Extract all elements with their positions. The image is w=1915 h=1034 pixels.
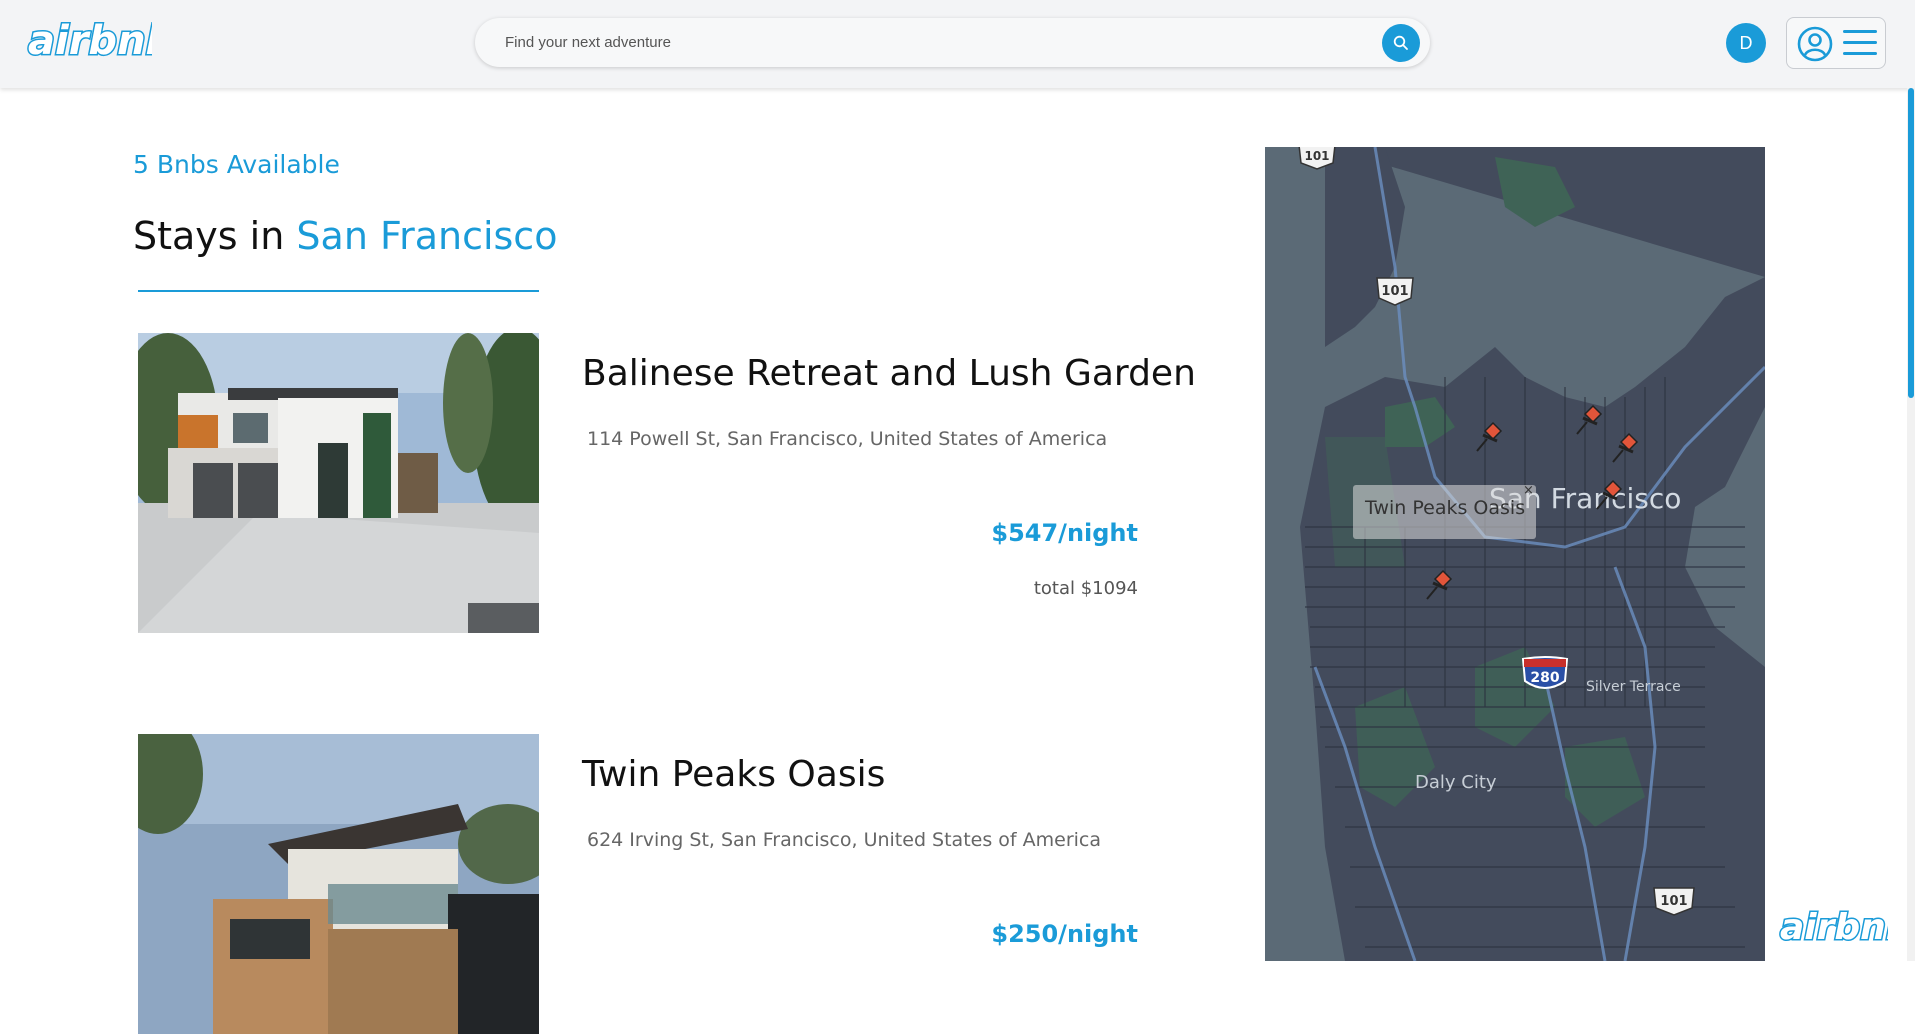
hamburger-menu-icon [1843,30,1877,55]
highway-shield-101-icon: 101 [1653,887,1695,916]
page-title-prefix: Stays in [133,214,297,258]
listing-title[interactable]: Twin Peaks Oasis [582,754,885,795]
title-divider [138,290,539,292]
interstate-shield-280-icon: 280 [1521,656,1569,689]
available-count: 5 Bnbs Available [133,150,340,179]
search-input[interactable] [505,28,1325,57]
svg-text:airbnb: airbnb [1780,907,1888,948]
svg-text:280: 280 [1530,670,1559,686]
listing-total: total $1094 [1033,578,1138,599]
user-avatar[interactable]: D [1726,23,1766,63]
listing-price: $250/night [991,920,1138,948]
page-scrollbar[interactable] [1907,88,1915,961]
listing-address: 624 Irving St, San Francisco, United Sta… [587,829,1102,851]
listing-address: 114 Powell St, San Francisco, United Sta… [587,428,1108,450]
listing-price: $547/night [991,519,1138,547]
listing-photo[interactable] [138,734,539,1034]
user-circle-icon [1797,26,1833,62]
listing-title[interactable]: Balinese Retreat and Lush Garden [582,353,1196,394]
profile-menu-button[interactable] [1786,17,1886,69]
listing-photo[interactable] [138,333,539,633]
map-pin-icon[interactable] [1609,430,1641,466]
listing-card[interactable]: Balinese Retreat and Lush Garden 114 Pow… [138,333,1196,633]
highway-shield-101-icon: 101 [1376,277,1414,306]
map-label-silver-terrace: Silver Terrace [1586,679,1681,695]
map-pin-icon[interactable] [1573,402,1605,438]
map-pin-icon[interactable] [1593,477,1625,513]
map-pin-icon[interactable] [1473,419,1505,455]
top-navbar: airbnb D [0,0,1915,88]
map-popup-close-icon[interactable]: × [1523,483,1534,498]
svg-text:airbnb: airbnb [28,18,152,64]
svg-text:101: 101 [1660,894,1687,909]
listings-map[interactable]: 101 101 280 101 San Francisco Daly City … [1265,147,1765,961]
page-title: Stays in San Francisco [133,214,557,258]
listing-card[interactable]: Twin Peaks Oasis 624 Irving St, San Fran… [138,734,1138,1034]
highway-shield-101-icon: 101 [1298,147,1336,170]
search-icon [1393,35,1408,50]
search-button[interactable] [1382,24,1420,62]
map-label-daly-city: Daly City [1415,772,1497,793]
map-popup-title[interactable]: Twin Peaks Oasis [1365,497,1525,519]
airbnb-footer-logo[interactable]: airbnb [1778,903,1914,951]
map-popup[interactable]: Twin Peaks Oasis × [1353,483,1536,539]
search-bar [475,18,1430,67]
airbnb-logo[interactable]: airbnb [26,16,176,68]
scrollbar-thumb[interactable] [1908,88,1914,398]
svg-text:101: 101 [1381,284,1408,299]
svg-text:101: 101 [1304,149,1329,163]
map-pin-icon[interactable] [1423,567,1455,603]
page-title-city: San Francisco [296,214,558,258]
